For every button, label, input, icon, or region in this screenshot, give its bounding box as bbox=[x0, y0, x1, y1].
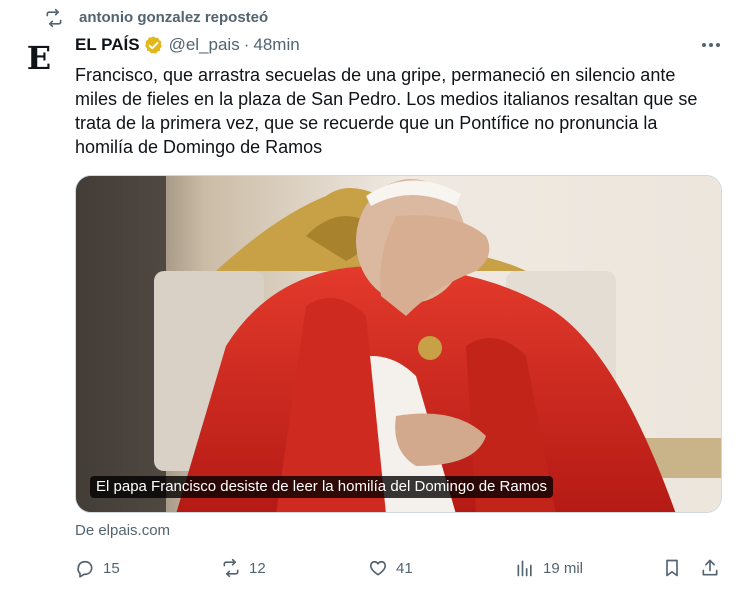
separator-dot: · bbox=[243, 35, 250, 54]
share-icon bbox=[702, 559, 718, 576]
bookmark-icon bbox=[666, 559, 678, 577]
repost-action-icon bbox=[223, 558, 239, 578]
card-source[interactable]: De elpais.com bbox=[75, 521, 170, 541]
verified-badge-icon[interactable] bbox=[143, 35, 164, 56]
more-icon bbox=[702, 43, 706, 47]
analytics-icon bbox=[517, 560, 532, 577]
heart-icon bbox=[369, 560, 387, 576]
views-button[interactable]: 19 mil bbox=[515, 556, 583, 580]
repost-button[interactable]: 12 bbox=[221, 556, 266, 580]
repost-indicator bbox=[44, 8, 64, 28]
like-button[interactable]: 41 bbox=[368, 556, 413, 580]
card-caption[interactable]: El papa Francisco desiste de leer la hom… bbox=[90, 476, 554, 498]
bookmark-button[interactable] bbox=[662, 556, 682, 580]
repost-icon bbox=[46, 8, 62, 28]
views-count: 19 mil bbox=[543, 559, 584, 577]
avatar[interactable]: E bbox=[24, 38, 54, 78]
timestamp[interactable]: 48min bbox=[253, 35, 299, 55]
pope-photo bbox=[76, 176, 721, 512]
repost-count: 12 bbox=[249, 559, 266, 577]
avatar-logo: E bbox=[26, 39, 52, 77]
author-handle[interactable]: @el_pais bbox=[169, 35, 240, 55]
more-options-button[interactable] bbox=[698, 34, 724, 56]
tweet-text: Francisco, que arrastra secuelas de una … bbox=[75, 65, 698, 157]
reply-button[interactable]: 15 bbox=[75, 556, 120, 580]
repost-text[interactable]: antonio gonzalez reposteó bbox=[79, 8, 268, 28]
share-button[interactable] bbox=[700, 556, 720, 580]
author-name[interactable]: EL PAÍS bbox=[75, 35, 140, 55]
tweet-header: EL PAÍS @el_pais · 48min bbox=[75, 34, 300, 56]
reply-icon bbox=[77, 560, 93, 578]
link-card-image[interactable]: El papa Francisco desiste de leer la hom… bbox=[75, 175, 722, 513]
reply-count: 15 bbox=[103, 559, 120, 577]
like-count: 41 bbox=[396, 559, 413, 577]
